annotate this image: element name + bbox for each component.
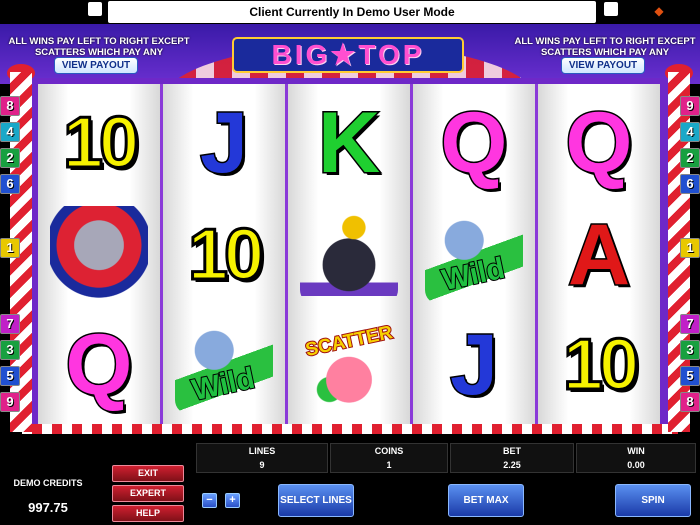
payline-badge-left[interactable]: 8 <box>0 96 20 116</box>
symbol-text: 10 <box>186 214 265 297</box>
symbol-queen: Q <box>415 88 533 198</box>
symbol-scatter: SCATTER <box>290 310 408 420</box>
payline-badge-left[interactable]: 6 <box>0 174 20 194</box>
increase-coins-button[interactable]: + <box>225 493 240 508</box>
payline-badge-left[interactable]: 4 <box>0 122 20 142</box>
symbol-text: 10 <box>561 324 640 407</box>
exit-button[interactable]: EXIT <box>112 465 184 482</box>
wild-label: Wild <box>189 361 260 408</box>
lines-label: LINES <box>248 446 276 456</box>
symbol-text: Q <box>564 94 634 193</box>
symbol-queen: Q <box>40 310 158 420</box>
credits-label: DEMO CREDITS <box>13 478 83 488</box>
payline-badge-left[interactable]: 7 <box>0 314 20 334</box>
payline-indicators-right: 9 4 2 6 1 7 3 5 8 <box>680 96 700 426</box>
payline-badge-right[interactable]: 5 <box>680 366 700 386</box>
symbol-text: A <box>566 206 631 305</box>
symbol-seal <box>290 200 408 310</box>
symbol-king: K <box>290 88 408 198</box>
symbol-text: J <box>449 316 500 415</box>
lines-value: 9 <box>259 460 265 470</box>
status-message: Client Currently In Demo User Mode <box>108 1 596 23</box>
bet-label: BET <box>503 446 521 456</box>
symbol-wild: Wild <box>165 310 283 420</box>
clown-icon: Wild <box>425 206 523 304</box>
select-lines-button[interactable]: SELECT LINES <box>278 484 354 517</box>
view-payout-button-right[interactable]: VIEW PAYOUT <box>561 57 645 74</box>
expert-button[interactable]: EXPERT <box>112 485 184 502</box>
payline-badge-left[interactable]: 5 <box>0 366 20 386</box>
speaker-icon[interactable]: ◆ <box>652 4 666 18</box>
bet-display: BET 2.25 <box>450 443 574 473</box>
payline-badge-right[interactable]: 3 <box>680 340 700 360</box>
reel-divider <box>535 84 538 424</box>
reel-divider <box>410 84 413 424</box>
decrease-coins-button[interactable]: − <box>202 493 217 508</box>
view-payout-button-left[interactable]: VIEW PAYOUT <box>54 57 138 74</box>
symbol-text: Q <box>439 94 509 193</box>
payline-badge-right[interactable]: 2 <box>680 148 700 168</box>
coins-value: 1 <box>386 460 392 470</box>
bet-max-button[interactable]: BET MAX <box>448 484 524 517</box>
symbol-jack: J <box>165 88 283 198</box>
symbol-wild: Wild <box>415 200 533 310</box>
payline-badge-left[interactable]: 2 <box>0 148 20 168</box>
payline-badge-left[interactable]: 9 <box>0 392 20 412</box>
scatter-clown-icon: SCATTER <box>300 316 398 414</box>
symbol-text: J <box>199 94 250 193</box>
symbol-ten: 10 <box>40 88 158 198</box>
window-button[interactable] <box>604 2 618 16</box>
symbol-queen: Q <box>540 88 658 198</box>
symbol-jack: J <box>415 310 533 420</box>
elephant-icon <box>50 206 148 304</box>
help-button[interactable]: HELP <box>112 505 184 522</box>
close-button[interactable] <box>88 2 102 16</box>
payline-indicators-left: 8 4 2 6 1 7 3 5 9 <box>0 96 20 426</box>
symbol-text: 10 <box>61 102 140 185</box>
payline-badge-right[interactable]: 7 <box>680 314 700 334</box>
symbol-elephant <box>40 200 158 310</box>
payline-badge-right[interactable]: 6 <box>680 174 700 194</box>
scatter-label: SCATTER <box>303 321 396 362</box>
payline-badge-right[interactable]: 9 <box>680 96 700 116</box>
payline-badge-left[interactable]: 1 <box>0 238 20 258</box>
symbol-text: Q <box>64 316 134 415</box>
rules-text-left: ALL WINS PAY LEFT TO RIGHT EXCEPT SCATTE… <box>8 36 190 58</box>
reel-divider <box>160 84 163 424</box>
symbol-text: K <box>316 94 381 193</box>
wild-label: Wild <box>439 251 510 298</box>
payline-badge-left[interactable]: 3 <box>0 340 20 360</box>
reel-divider <box>285 84 288 424</box>
reel-bottom-border <box>22 424 678 434</box>
win-label: WIN <box>627 446 645 456</box>
spin-button[interactable]: SPIN <box>615 484 691 517</box>
credits-value: 997.75 <box>28 500 68 515</box>
game-logo: BIG★TOP <box>232 37 464 73</box>
clown-icon: Wild <box>175 316 273 414</box>
lines-display: LINES 9 <box>196 443 328 473</box>
coins-display: COINS 1 <box>330 443 448 473</box>
game-header: ALL WINS PAY LEFT TO RIGHT EXCEPT SCATTE… <box>0 24 700 84</box>
payline-badge-right[interactable]: 4 <box>680 122 700 142</box>
payline-badge-right[interactable]: 1 <box>680 238 700 258</box>
win-display: WIN 0.00 <box>576 443 696 473</box>
symbol-ten: 10 <box>540 310 658 420</box>
symbol-ten: 10 <box>165 200 283 310</box>
seal-icon <box>300 206 398 304</box>
top-bar: Client Currently In Demo User Mode ◆ <box>0 0 700 24</box>
bet-value: 2.25 <box>503 460 521 470</box>
symbol-ace: A <box>540 200 658 310</box>
coins-label: COINS <box>374 446 404 456</box>
payline-badge-right[interactable]: 8 <box>680 392 700 412</box>
win-value: 0.00 <box>627 460 645 470</box>
rules-text-right: ALL WINS PAY LEFT TO RIGHT EXCEPT SCATTE… <box>514 36 696 58</box>
